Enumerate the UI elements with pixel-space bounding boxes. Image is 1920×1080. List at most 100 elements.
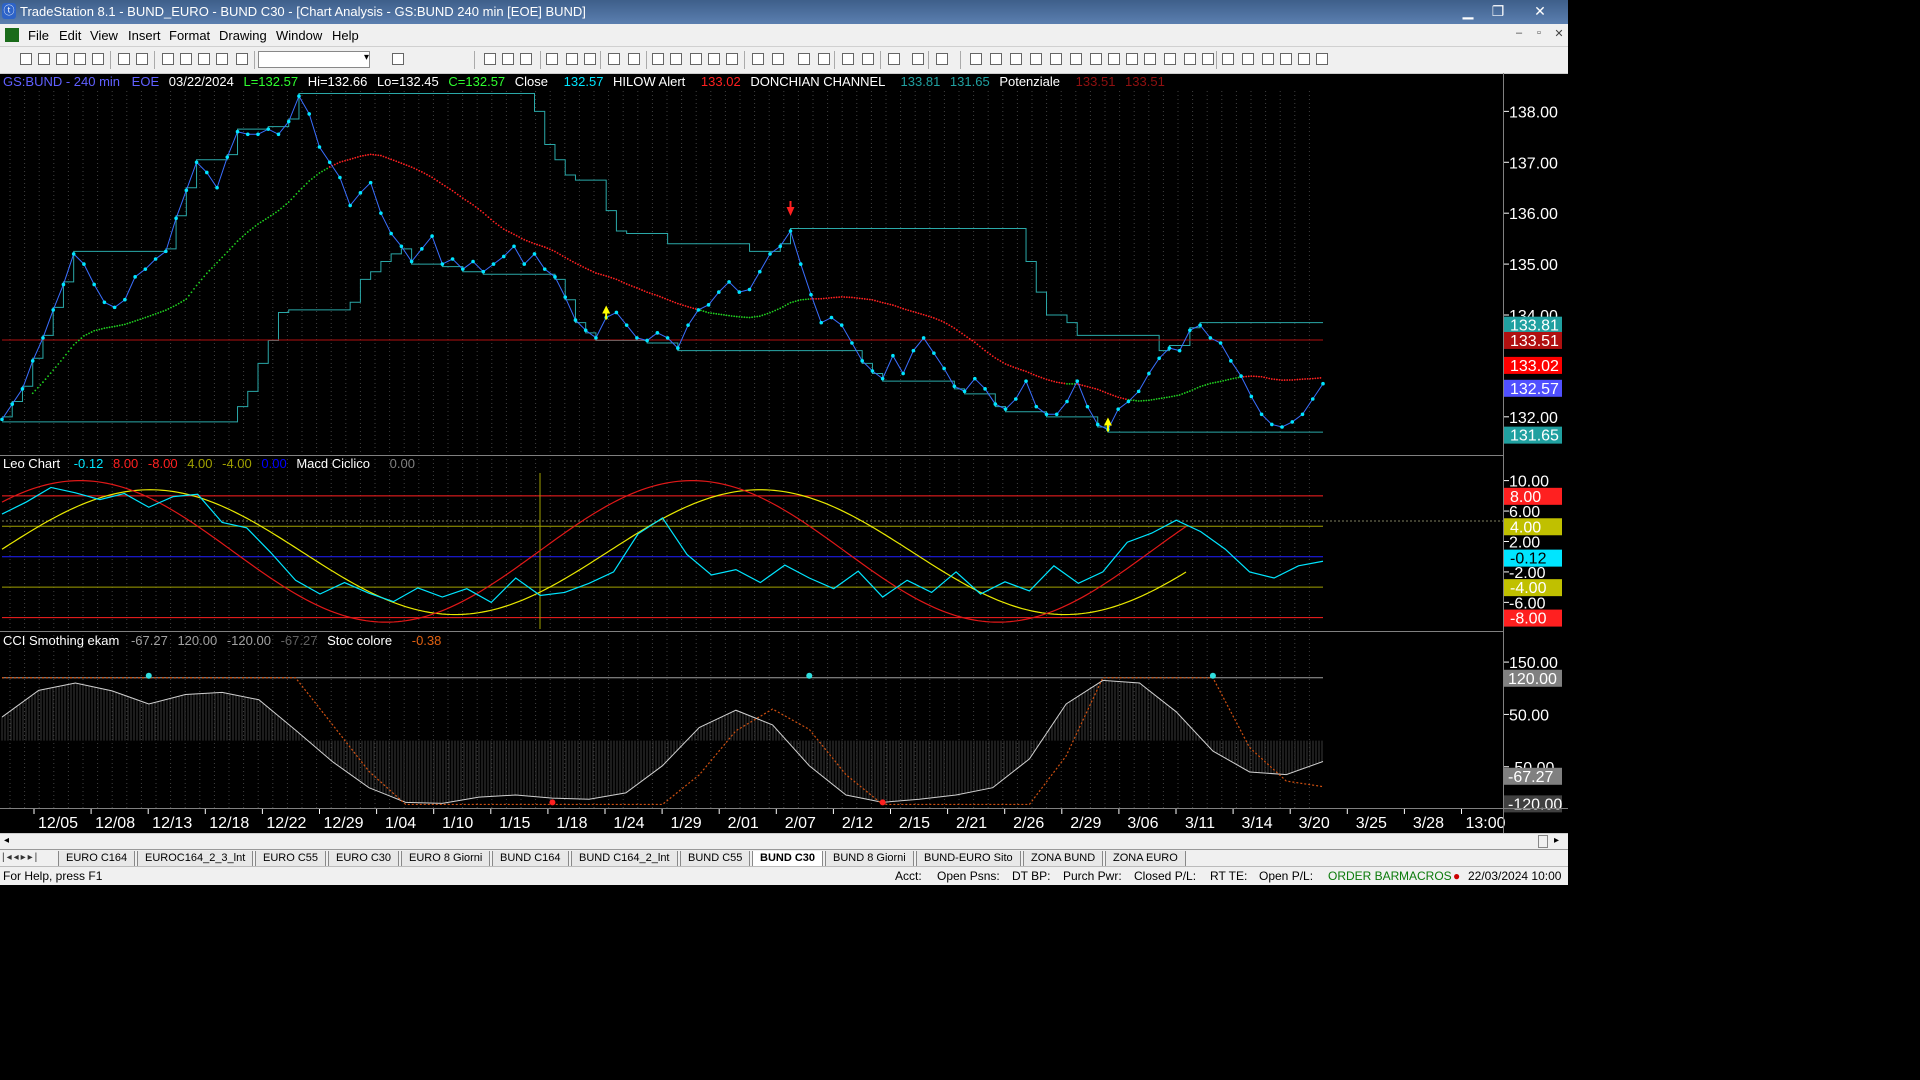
close-icon[interactable]: ✕ bbox=[1525, 1, 1555, 21]
toolbar-icon-33[interactable] bbox=[912, 53, 924, 65]
toolbar-icon-52[interactable] bbox=[1298, 53, 1310, 65]
toolbar-icon-39[interactable] bbox=[1050, 53, 1062, 65]
toolbar-icon-30[interactable] bbox=[842, 53, 854, 65]
toolbar-icon-3[interactable] bbox=[74, 53, 86, 65]
doc-minimize-icon[interactable]: – bbox=[1510, 27, 1528, 43]
toolbar-icon-19[interactable] bbox=[608, 53, 620, 65]
toolbar-icon-34[interactable] bbox=[936, 53, 948, 65]
workspace-tab[interactable]: BUND C55 bbox=[680, 851, 751, 867]
menu-window[interactable]: Window bbox=[276, 28, 322, 43]
toolbar-icon-53[interactable] bbox=[1316, 53, 1328, 65]
toolbar-icon-49[interactable] bbox=[1242, 53, 1254, 65]
toolbar-icon-11[interactable] bbox=[236, 53, 248, 65]
tab-nav-arrows-icon[interactable]: |◂◂▸▸| bbox=[2, 852, 39, 863]
menu-edit[interactable]: Edit bbox=[59, 28, 81, 43]
close-point bbox=[635, 336, 639, 340]
toolbar-icon-41[interactable] bbox=[1090, 53, 1102, 65]
horizontal-scrollbar[interactable]: ◂ ▸ bbox=[0, 833, 1568, 850]
toolbar-icon-24[interactable] bbox=[708, 53, 720, 65]
toolbar-icon-31[interactable] bbox=[862, 53, 874, 65]
toolbar-icon-2[interactable] bbox=[56, 53, 68, 65]
workspace-tab[interactable]: ZONA EURO bbox=[1105, 851, 1186, 867]
toolbar-icon-0[interactable] bbox=[20, 53, 32, 65]
toolbar-icon-5[interactable] bbox=[118, 53, 130, 65]
toolbar-icon-46[interactable] bbox=[1184, 53, 1196, 65]
toolbar-icon-13[interactable] bbox=[484, 53, 496, 65]
close-point bbox=[891, 353, 895, 358]
menu-insert[interactable]: Insert bbox=[128, 28, 161, 43]
workspace-tab[interactable]: ZONA BUND bbox=[1023, 851, 1104, 867]
toolbar-icon-50[interactable] bbox=[1262, 53, 1274, 65]
toolbar-icon-6[interactable] bbox=[136, 53, 148, 65]
toolbar-icon-18[interactable] bbox=[584, 53, 596, 65]
workspace-tab[interactable]: BUND-EURO Sito bbox=[916, 851, 1021, 867]
toolbar-icon-27[interactable] bbox=[772, 53, 784, 65]
toolbar-icon-26[interactable] bbox=[752, 53, 764, 65]
maximize-icon[interactable]: ❐ bbox=[1485, 1, 1511, 21]
scroll-left-icon[interactable]: ◂ bbox=[4, 835, 9, 846]
toolbar-icon-32[interactable] bbox=[888, 53, 900, 65]
order-bar-button[interactable]: ORDER BAR bbox=[1328, 869, 1399, 883]
toolbar-icon-12[interactable] bbox=[392, 53, 404, 65]
workspace-tab[interactable]: EURO C55 bbox=[255, 851, 327, 867]
menu-file[interactable]: File bbox=[28, 28, 49, 43]
toolbar-icon-23[interactable] bbox=[690, 53, 702, 65]
menu-drawing[interactable]: Drawing bbox=[219, 28, 267, 43]
toolbar-icon-42[interactable] bbox=[1108, 53, 1120, 65]
toolbar-icon-29[interactable] bbox=[818, 53, 830, 65]
toolbar-icon-20[interactable] bbox=[628, 53, 640, 65]
menu-view[interactable]: View bbox=[90, 28, 118, 43]
toolbar-icon-45[interactable] bbox=[1164, 53, 1176, 65]
menu-help[interactable]: Help bbox=[332, 28, 359, 43]
hilow-dot bbox=[280, 207, 282, 210]
toolbar-icon-48[interactable] bbox=[1222, 53, 1234, 65]
toolbar-icon-17[interactable] bbox=[566, 53, 578, 65]
toolbar-icon-22[interactable] bbox=[670, 53, 682, 65]
toolbar-separator bbox=[928, 51, 929, 69]
menu-format[interactable]: Format bbox=[169, 28, 210, 43]
toolbar-icon-44[interactable] bbox=[1144, 53, 1156, 65]
scroll-thumb[interactable] bbox=[1538, 835, 1548, 848]
toolbar-icon-9[interactable] bbox=[198, 53, 210, 65]
hilow-dot bbox=[231, 245, 234, 248]
workspace-tab[interactable]: BUND 8 Giorni bbox=[825, 851, 914, 867]
workspace-tab[interactable]: BUND C164_2_lnt bbox=[571, 851, 678, 867]
hilow-dot bbox=[761, 314, 764, 317]
toolbar-icon-1[interactable] bbox=[38, 53, 50, 65]
macros-button[interactable]: MACROS bbox=[1399, 869, 1452, 883]
chart-area[interactable]: 12/05 12/08 12/13 12/18 12/22 12/29 1/04 1/10 1/… bbox=[0, 73, 1568, 833]
toolbar-icon-35[interactable] bbox=[970, 53, 982, 65]
toolbar-icon-43[interactable] bbox=[1126, 53, 1138, 65]
hilow-dot bbox=[845, 296, 848, 299]
doc-restore-icon[interactable]: ▫ bbox=[1530, 27, 1548, 43]
symbol-combo[interactable]: ▾ bbox=[258, 51, 370, 68]
workspace-tab[interactable]: EUROC164_2_3_lnt bbox=[137, 851, 254, 867]
toolbar-icon-40[interactable] bbox=[1070, 53, 1082, 65]
toolbar-icon-10[interactable] bbox=[216, 53, 228, 65]
toolbar-icon-21[interactable] bbox=[652, 53, 664, 65]
workspace-tab[interactable]: EURO C30 bbox=[328, 851, 400, 867]
minimize-icon[interactable]: ▁ bbox=[1455, 1, 1481, 21]
toolbar-icon-14[interactable] bbox=[502, 53, 514, 65]
toolbar-icon-15[interactable] bbox=[520, 53, 532, 65]
toolbar-icon-4[interactable] bbox=[92, 53, 104, 65]
workspace-tab[interactable]: EURO C164 bbox=[58, 851, 136, 867]
toolbar-icon-47[interactable] bbox=[1202, 53, 1214, 65]
toolbar-icon-25[interactable] bbox=[726, 53, 738, 65]
toolbar-icon-8[interactable] bbox=[180, 53, 192, 65]
doc-close-icon[interactable]: ✕ bbox=[1550, 27, 1568, 43]
toolbar-icon-16[interactable] bbox=[546, 53, 558, 65]
toolbar-icon-36[interactable] bbox=[990, 53, 1002, 65]
workspace-tab[interactable]: BUND C30 bbox=[752, 851, 824, 867]
toolbar-icon-51[interactable] bbox=[1280, 53, 1292, 65]
workspace-tab[interactable]: EURO 8 Giorni bbox=[401, 851, 491, 867]
hilow-dot bbox=[502, 228, 505, 231]
workspace-tab[interactable]: BUND C164 bbox=[492, 851, 569, 867]
scroll-right-icon[interactable]: ▸ bbox=[1554, 835, 1559, 846]
toolbar-icon-38[interactable] bbox=[1030, 53, 1042, 65]
toolbar-icon-28[interactable] bbox=[798, 53, 810, 65]
toolbar-icon-37[interactable] bbox=[1010, 53, 1022, 65]
close-point bbox=[112, 305, 117, 310]
hilow-dot bbox=[93, 329, 96, 332]
toolbar-icon-7[interactable] bbox=[162, 53, 174, 65]
